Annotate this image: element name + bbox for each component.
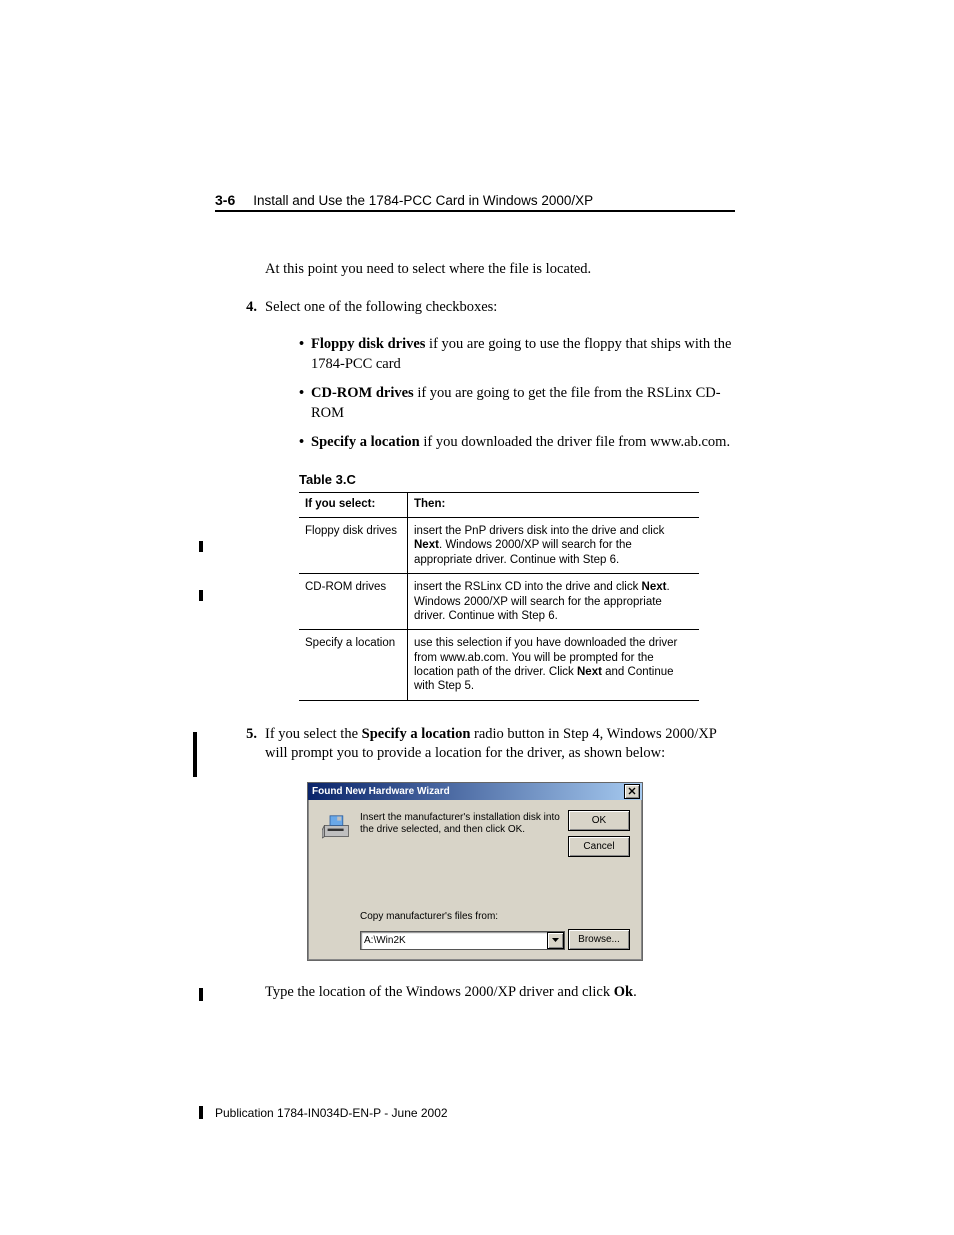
cancel-button[interactable]: Cancel (568, 836, 630, 857)
step-text: If you select the Specify a location rad… (265, 725, 735, 764)
bullet-icon: • (299, 433, 311, 453)
table-cell: Specify a location (299, 630, 408, 701)
bullet-bold: Specify a location (311, 434, 420, 450)
copy-files-label: Copy manufacturer's files from: (360, 910, 498, 924)
table-cell: insert the PnP drivers disk into the dri… (408, 518, 700, 574)
revision-mark (199, 541, 203, 552)
step-4: 4. Select one of the following checkboxe… (265, 298, 735, 318)
bullet-icon: • (299, 335, 311, 374)
table-row: CD-ROM drives insert the RSLinx CD into … (299, 574, 699, 630)
revision-mark (193, 732, 197, 777)
browse-button[interactable]: Browse... (568, 929, 630, 950)
close-button[interactable] (624, 784, 640, 799)
bullet-bold: CD-ROM drives (311, 385, 414, 401)
path-value: A:\Win2K (364, 934, 406, 948)
table-cell: CD-ROM drives (299, 574, 408, 630)
revision-mark (199, 1106, 203, 1119)
floppy-drive-icon (322, 814, 354, 840)
page-header: 3-6 Install and Use the 1784-PCC Card in… (215, 192, 735, 212)
page-number: 3-6 (215, 192, 235, 208)
step-text: Select one of the following checkboxes: (265, 298, 497, 318)
intro-text: At this point you need to select where t… (265, 260, 735, 280)
revision-mark (199, 590, 203, 601)
table-row: Floppy disk drives insert the PnP driver… (299, 518, 699, 574)
table-cell: insert the RSLinx CD into the drive and … (408, 574, 700, 630)
step-5: 5. If you select the Specify a location … (265, 725, 735, 764)
table-cell: use this selection if you have downloade… (408, 630, 700, 701)
revision-mark (199, 988, 203, 1001)
found-new-hardware-wizard-dialog: Found New Hardware Wizard Insert the man… (307, 782, 643, 961)
step-number: 5. (237, 725, 257, 764)
path-combobox[interactable]: A:\Win2K (360, 931, 565, 950)
closing-text: Type the location of the Windows 2000/XP… (265, 983, 735, 1003)
table-header: Then: (408, 493, 700, 518)
ok-button[interactable]: OK (568, 810, 630, 831)
bullet-item: • Specify a location if you downloaded t… (299, 433, 735, 453)
bullet-item: • Floppy disk drives if you are going to… (299, 335, 735, 374)
bullet-bold: Floppy disk drives (311, 336, 425, 352)
dialog-titlebar: Found New Hardware Wizard (308, 783, 642, 800)
step-number: 4. (237, 298, 257, 318)
bullet-icon: • (299, 384, 311, 423)
dialog-title: Found New Hardware Wizard (312, 785, 450, 799)
close-icon (628, 787, 636, 795)
chevron-down-icon (552, 938, 559, 942)
dialog-message: Insert the manufacturer's installation d… (360, 812, 560, 836)
table-header: If you select: (299, 493, 408, 518)
bullet-item: • CD-ROM drives if you are going to get … (299, 384, 735, 423)
table-3c: If you select: Then: Floppy disk drives … (299, 492, 699, 700)
dropdown-button[interactable] (547, 932, 564, 949)
table-cell: Floppy disk drives (299, 518, 408, 574)
table-caption: Table 3.C (299, 471, 735, 489)
chapter-title: Install and Use the 1784-PCC Card in Win… (253, 193, 593, 208)
table-row: Specify a location use this selection if… (299, 630, 699, 701)
bullet-rest: if you downloaded the driver file from w… (420, 434, 730, 450)
publication-footer: Publication 1784-IN034D-EN-P - June 2002 (215, 1106, 448, 1120)
